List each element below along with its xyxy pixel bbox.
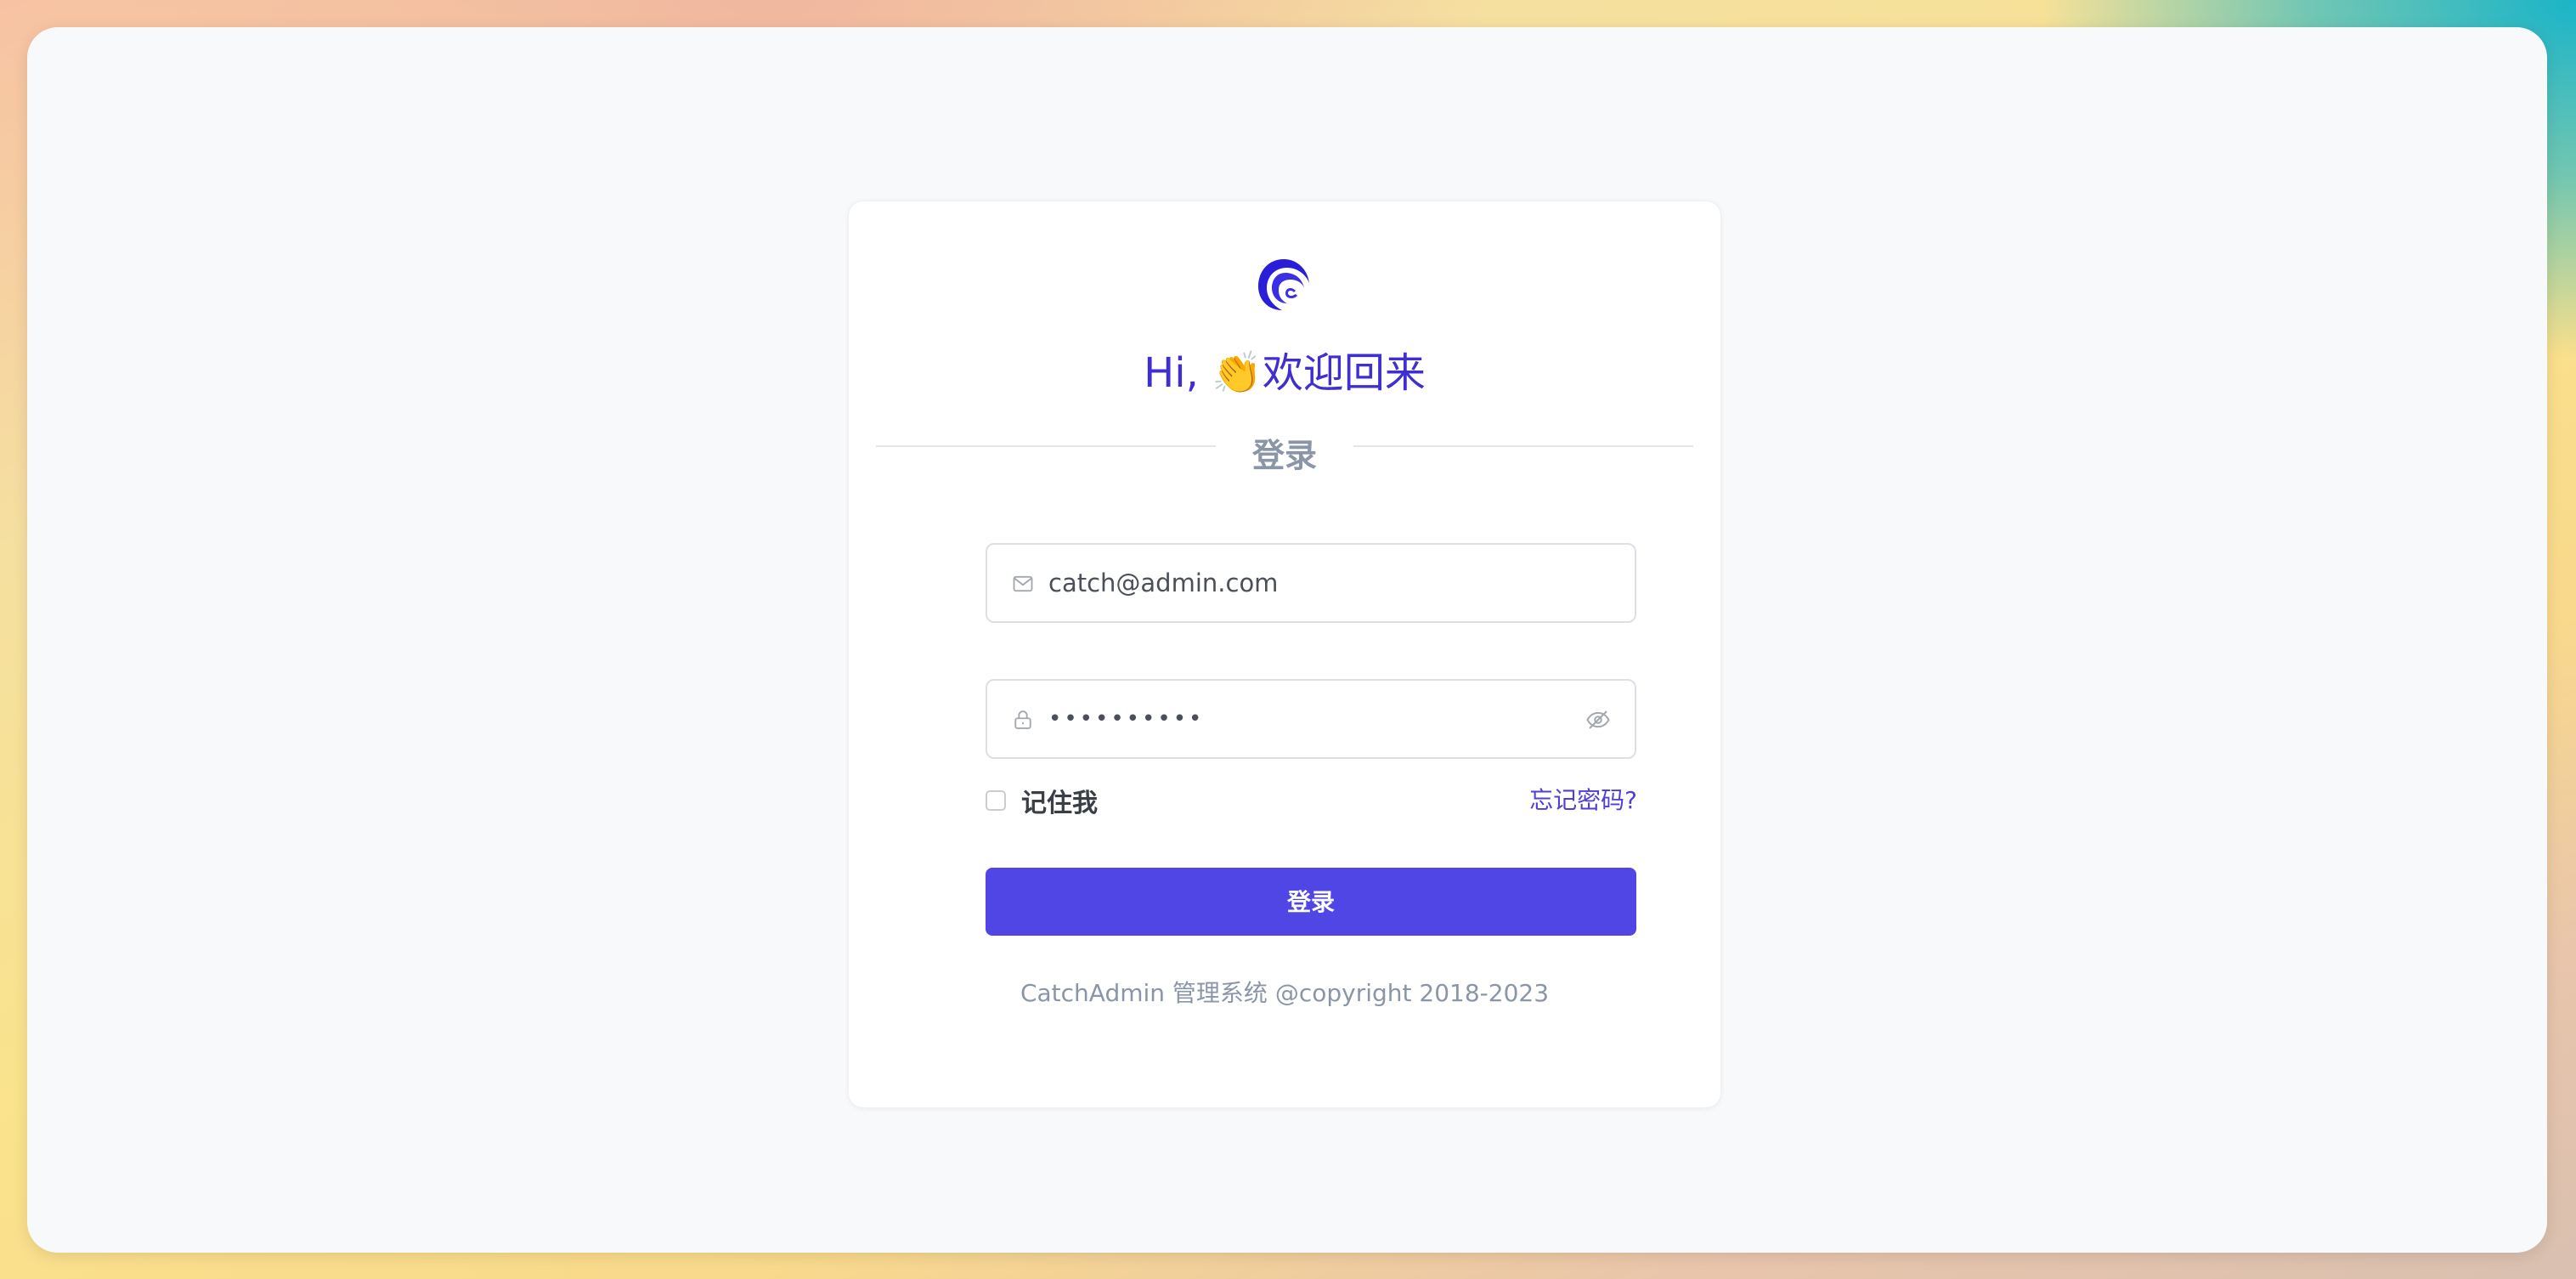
login-card: Hi, 👏欢迎回来 登录 catch@admin.com •••••••••• [848,201,1721,1108]
login-button[interactable]: 登录 [986,868,1636,936]
welcome-heading: Hi, 👏欢迎回来 [1144,349,1426,397]
login-section-title: 登录 [1251,437,1317,474]
eye-off-icon[interactable] [1585,707,1611,733]
email-field[interactable]: catch@admin.com [986,543,1636,623]
forgot-password-link[interactable]: 忘记密码? [1529,779,1637,822]
password-value: •••••••••• [1048,706,1205,732]
mail-icon [1013,575,1033,592]
copyright-text: CatchAdmin 管理系统 @copyright 2018-2023 [1020,979,1550,1007]
remember-me[interactable]: 记住我 [986,779,1098,822]
divider-line-right [1353,445,1693,447]
remember-me-checkbox[interactable] [986,790,1006,811]
catchadmin-logo [1258,259,1309,310]
remember-me-label: 记住我 [1021,789,1098,818]
app-panel: Hi, 👏欢迎回来 登录 catch@admin.com •••••••••• [27,27,2547,1253]
section-divider: 登录 [876,416,1693,475]
lock-icon [1014,710,1031,729]
email-value: catch@admin.com [1048,569,1279,597]
password-field[interactable]: •••••••••• [986,679,1636,759]
